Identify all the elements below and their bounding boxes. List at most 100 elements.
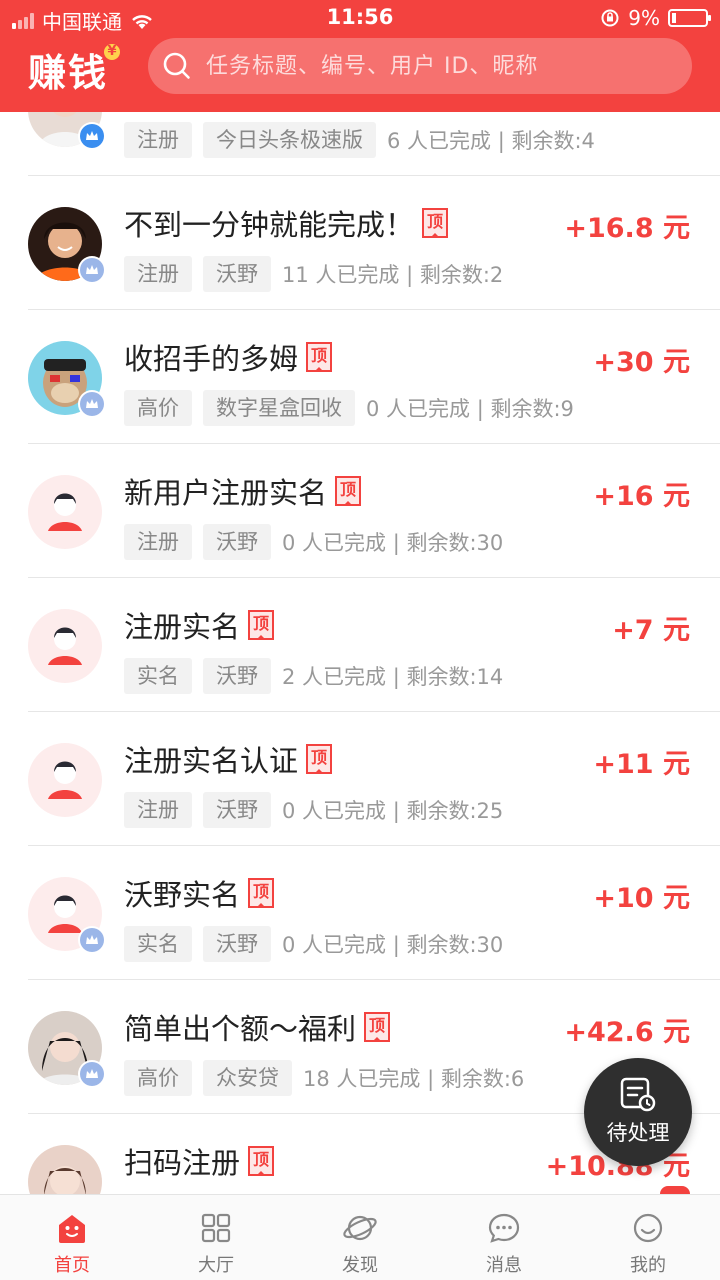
tab-label: 我的 xyxy=(630,1255,666,1276)
task-tag: 沃野 xyxy=(203,524,271,560)
battery-icon xyxy=(668,9,711,27)
task-title[interactable]: 沃野实名 顶 xyxy=(124,872,275,914)
pinned-badge: 顶 xyxy=(364,1012,391,1042)
default-user-avatar[interactable] xyxy=(28,743,102,817)
pinned-badge: 顶 xyxy=(248,1146,275,1176)
task-stats: 2 人已完成 | 剩余数:14 xyxy=(282,665,504,689)
task-stats: 6 人已完成 | 剩余数:4 xyxy=(387,129,595,153)
pinned-badge: 顶 xyxy=(306,744,333,774)
task-tag: 注册 xyxy=(124,524,192,560)
message-icon xyxy=(488,1213,520,1243)
task-title[interactable]: 简单出个额～福利 顶 xyxy=(124,1006,391,1048)
tab-hall[interactable]: 大厅 xyxy=(144,1195,288,1280)
task-tag: 高价 xyxy=(124,1060,192,1096)
task-title-text: 简单出个额～福利 xyxy=(124,1012,357,1046)
task-stats: 0 人已完成 | 剩余数:30 xyxy=(282,933,504,957)
task-tag: 实名 xyxy=(124,658,192,694)
tab-label: 消息 xyxy=(486,1255,522,1276)
task-reward: +7 元 xyxy=(612,615,690,646)
task-row[interactable]: 新用户注册实名 顶 +16 元 注册 沃野 0 人已完成 | 剩余数:30 xyxy=(0,444,720,578)
smile-icon xyxy=(633,1213,663,1243)
tab-label: 大厅 xyxy=(198,1255,234,1276)
task-title-text: 不到一分钟就能完成！ xyxy=(124,208,415,242)
vip-icon xyxy=(78,122,106,150)
task-title[interactable]: 收招手的多姆 顶 xyxy=(124,336,333,378)
task-row[interactable]: 注册实名认证 顶 +11 元 注册 沃野 0 人已完成 | 剩余数:25 xyxy=(0,712,720,846)
task-tag: 沃野 xyxy=(203,658,271,694)
task-stats: 0 人已完成 | 剩余数:30 xyxy=(282,531,504,555)
task-title-text: 扫码注册 xyxy=(124,1146,241,1180)
app-logo: 赚钱 xyxy=(28,51,109,95)
task-title-text: 沃野实名 xyxy=(124,878,241,912)
pending-label: 待处理 xyxy=(606,1121,670,1145)
status-bar: 中国联通 11:56 9% xyxy=(0,0,720,36)
crown-icon xyxy=(78,1060,106,1088)
planet-icon xyxy=(343,1215,377,1241)
tab-discover[interactable]: 发现 xyxy=(288,1195,432,1280)
task-reward: +10 元 xyxy=(593,883,690,914)
task-tag: 注册 xyxy=(124,792,192,828)
task-tag: 注册 xyxy=(124,256,192,292)
task-tag: 注册 xyxy=(124,122,192,158)
task-tag: 沃野 xyxy=(203,256,271,292)
task-stats: 11 人已完成 | 剩余数:2 xyxy=(282,263,504,287)
task-row[interactable]: 沃野实名 顶 +10 元 实名 沃野 0 人已完成 | 剩余数:30 xyxy=(0,846,720,980)
default-user-avatar[interactable] xyxy=(28,475,102,549)
pinned-badge: 顶 xyxy=(248,878,275,908)
orientation-lock-icon xyxy=(601,9,619,27)
task-row[interactable]: 不到一分钟就能完成！ 顶 +16.8 元 注册 沃野 11 人已完成 | 剩余数… xyxy=(0,176,720,310)
crown-icon xyxy=(78,390,106,418)
task-stats: 0 人已完成 | 剩余数:9 xyxy=(366,397,574,421)
task-title[interactable]: 扫码注册 顶 xyxy=(124,1140,275,1182)
task-title-text: 注册实名 xyxy=(124,610,241,644)
task-title-text: 收招手的多姆 xyxy=(124,342,299,376)
task-tag: 沃野 xyxy=(203,926,271,962)
avatar[interactable] xyxy=(28,1145,102,1194)
pending-tasks-icon xyxy=(620,1077,656,1112)
tab-home[interactable]: 首页 xyxy=(0,1195,144,1280)
pinned-badge: 顶 xyxy=(306,342,333,372)
app-header: 中国联通 11:56 9% 赚钱 ¥ xyxy=(0,0,720,112)
task-title-text: 新用户注册实名 xyxy=(124,476,328,510)
task-stats: 0 人已完成 | 剩余数:25 xyxy=(282,799,504,823)
tab-messages[interactable]: 消息 xyxy=(432,1195,576,1280)
task-row[interactable]: 收招手的多姆 顶 +30 元 高价 数字星盒回收 0 人已完成 | 剩余数:9 xyxy=(0,310,720,444)
task-reward: +30 元 xyxy=(593,347,690,378)
crown-icon xyxy=(78,256,106,284)
default-user-avatar[interactable] xyxy=(28,609,102,683)
task-tag: 众安贷 xyxy=(203,1060,292,1096)
tab-label: 首页 xyxy=(54,1255,90,1276)
grid-icon xyxy=(201,1213,231,1243)
pinned-badge: 顶 xyxy=(335,476,362,506)
task-list: 注册 今日头条极速版 6 人已完成 | 剩余数:4 不到一分钟就能完成！ 顶 +… xyxy=(0,112,720,1194)
task-row[interactable]: 注册实名 顶 +7 元 实名 沃野 2 人已完成 | 剩余数:14 xyxy=(0,578,720,712)
tab-mine[interactable]: 我的 xyxy=(576,1195,720,1280)
task-title-text: 注册实名认证 xyxy=(124,744,299,778)
tab-label: 发现 xyxy=(342,1255,378,1276)
task-reward: +16.8 元 xyxy=(564,213,690,244)
task-tag: 高价 xyxy=(124,390,192,426)
search-icon[interactable] xyxy=(148,51,206,81)
task-reward: +11 元 xyxy=(593,749,690,780)
task-tag: 数字星盒回收 xyxy=(203,390,355,426)
task-title[interactable]: 注册实名认证 顶 xyxy=(124,738,333,780)
pinned-badge: 顶 xyxy=(248,610,275,640)
coin-icon: ¥ xyxy=(104,44,120,60)
pinned-badge: 顶 xyxy=(422,208,449,238)
search-bar[interactable] xyxy=(148,38,692,94)
bottom-tab-bar: 首页 大厅 发现 消息 我的 xyxy=(0,1194,720,1280)
home-icon xyxy=(59,1215,85,1243)
task-title[interactable]: 注册实名 顶 xyxy=(124,604,275,646)
task-tag: 沃野 xyxy=(203,792,271,828)
task-title[interactable]: 不到一分钟就能完成！ 顶 xyxy=(124,202,449,244)
task-tag: 今日头条极速版 xyxy=(203,122,376,158)
pending-button[interactable]: 待处理 xyxy=(584,1058,692,1166)
task-reward: +16 元 xyxy=(593,481,690,512)
task-tag: 实名 xyxy=(124,926,192,962)
task-row[interactable]: 注册 今日头条极速版 6 人已完成 | 剩余数:4 xyxy=(0,112,720,176)
crown-icon xyxy=(78,926,106,954)
task-title[interactable]: 新用户注册实名 顶 xyxy=(124,470,362,512)
task-reward: +42.6 元 xyxy=(564,1017,690,1048)
task-stats: 18 人已完成 | 剩余数:6 xyxy=(303,1067,525,1091)
search-input[interactable] xyxy=(206,53,666,79)
